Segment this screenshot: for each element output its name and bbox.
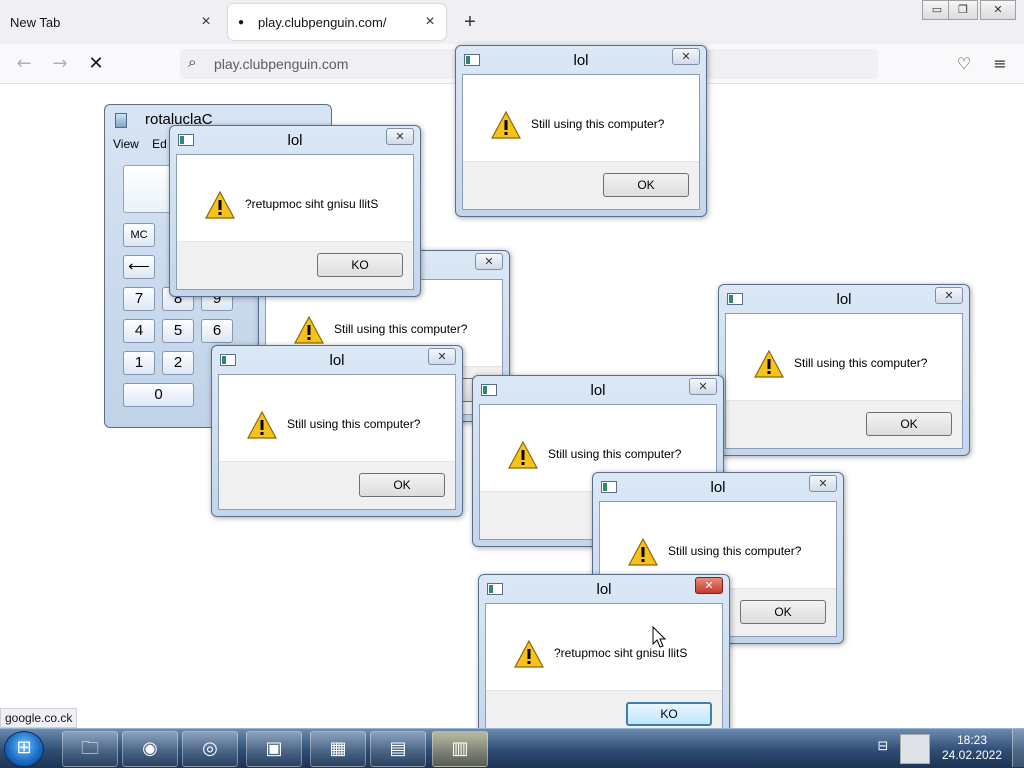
restore-button[interactable]: ❐ xyxy=(948,0,978,20)
tab-clubpenguin[interactable]: ● play.clubpenguin.com/ × xyxy=(228,4,446,40)
search-icon: ⌕ xyxy=(188,53,197,71)
key-mc[interactable]: MC xyxy=(123,223,155,247)
ok-button[interactable]: OK xyxy=(740,600,826,624)
menu-edit[interactable]: Ed xyxy=(152,137,167,151)
dialog-title: lol xyxy=(710,479,726,496)
stop-loading-icon[interactable]: ✕ xyxy=(84,52,108,76)
tab-close-icon[interactable]: × xyxy=(196,12,216,32)
warning-icon xyxy=(514,640,544,668)
dialog-message: ?retupmoc siht gnisu llitS xyxy=(245,197,379,211)
warning-icon xyxy=(491,111,521,139)
pocket-icon[interactable]: ♡ xyxy=(952,52,976,76)
dialog-footer: OK xyxy=(219,461,455,509)
key-0[interactable]: 0 xyxy=(123,383,194,407)
close-icon[interactable]: ✕ xyxy=(386,128,414,145)
close-window-button[interactable]: ✕ xyxy=(980,0,1016,20)
firefox-taskbar-icon[interactable]: ◉ xyxy=(122,731,178,767)
clock-date: 24.02.2022 xyxy=(941,748,1003,762)
tab-label: play.clubpenguin.com/ xyxy=(258,14,387,30)
dialog-body: Still using this computer? OK xyxy=(462,74,700,210)
dialog-footer: KO xyxy=(177,241,413,289)
dialog-title: lol xyxy=(596,581,612,598)
show-desktop-button[interactable] xyxy=(1012,729,1024,767)
close-icon[interactable]: ✕ xyxy=(695,577,723,594)
dialog-body: Still using this computer? OK xyxy=(725,313,963,449)
start-button[interactable]: ⊞ xyxy=(4,731,44,767)
dialog-body: ?retupmoc siht gnisu llitS KO xyxy=(176,154,414,290)
explorer-taskbar-icon[interactable]: 🗀 xyxy=(62,731,118,767)
taskbar: ⊞ 🗀 ◉ ◎ ▣ ▦ ▤ ▥ ⊟ 18:23 24.02.2022 xyxy=(0,728,1024,768)
dialog-message: ?retupmoc siht gnisu llitS xyxy=(554,646,688,660)
dialog-message: Still using this computer? xyxy=(531,117,665,131)
key-6[interactable]: 6 xyxy=(201,319,233,343)
warning-icon xyxy=(205,191,235,219)
warning-icon xyxy=(247,411,277,439)
key-4[interactable]: 4 xyxy=(123,319,155,343)
ko-button[interactable]: KO xyxy=(317,253,403,277)
clock-time: 18:23 xyxy=(956,733,988,747)
tab-bar: New Tab × ● play.clubpenguin.com/ × + ▭ … xyxy=(0,0,1024,44)
ok-button[interactable]: OK xyxy=(359,473,445,497)
dialog-message: Still using this computer? xyxy=(287,417,421,431)
dialog-title: lol xyxy=(329,352,345,369)
notification-area-icon[interactable] xyxy=(900,734,930,764)
dialog-window[interactable]: lol ✕ Still using this computer? OK xyxy=(455,45,707,217)
close-icon[interactable]: ✕ xyxy=(689,378,717,395)
calculator-taskbar-icon[interactable]: ▥ xyxy=(432,731,488,767)
network-icon[interactable]: ⊟ xyxy=(874,739,892,757)
calculator-icon xyxy=(115,113,127,128)
menu-hamburger-icon[interactable]: ≡ xyxy=(988,52,1012,76)
dialog-window-reversed[interactable]: lol ✕ ?retupmoc siht gnisu llitS KO xyxy=(169,125,421,297)
dialog-title: lol xyxy=(836,291,852,308)
key-1[interactable]: 1 xyxy=(123,351,155,375)
new-tab-button[interactable]: + xyxy=(458,10,482,34)
back-arrow-icon[interactable]: ← xyxy=(12,52,36,76)
key-2[interactable]: 2 xyxy=(162,351,194,375)
ok-button[interactable]: OK xyxy=(866,412,952,436)
close-icon[interactable]: ✕ xyxy=(672,48,700,65)
dialog-window-reversed-active[interactable]: lol ✕ ?retupmoc siht gnisu llitS KO xyxy=(478,574,730,746)
dialog-body: ?retupmoc siht gnisu llitS KO xyxy=(485,603,723,739)
ok-button[interactable]: OK xyxy=(603,173,689,197)
dialog-title: lol xyxy=(590,382,606,399)
warning-icon xyxy=(628,538,658,566)
dialog-title: lol xyxy=(287,132,303,149)
warning-icon xyxy=(294,316,324,344)
dialog-title: lol xyxy=(573,52,589,69)
loading-dot-icon: ● xyxy=(238,16,245,28)
dialog-message: Still using this computer? xyxy=(668,544,802,558)
dialog-message: Still using this computer? xyxy=(794,356,928,370)
tab-label: New Tab xyxy=(10,14,61,30)
status-link-url: google.co.ck xyxy=(0,708,78,728)
key-backspace[interactable]: ⟵ xyxy=(123,255,155,279)
dialog-window[interactable]: lol ✕ Still using this computer? OK xyxy=(718,284,970,456)
ko-button[interactable]: KO xyxy=(626,702,712,726)
windows-logo-icon: ⊞ xyxy=(16,737,32,758)
chrome-taskbar-icon[interactable]: ◎ xyxy=(182,731,238,767)
cmd-taskbar-icon[interactable]: ▣ xyxy=(246,731,302,767)
warning-icon xyxy=(508,441,538,469)
dialog-message: Still using this computer? xyxy=(548,447,682,461)
dialog-footer: OK xyxy=(463,161,699,209)
mouse-cursor-icon xyxy=(652,626,666,648)
forward-arrow-icon[interactable]: → xyxy=(48,52,72,76)
clock[interactable]: 18:23 24.02.2022 xyxy=(934,733,1010,763)
window-app-taskbar-icon[interactable]: ▤ xyxy=(370,731,426,767)
close-icon[interactable]: ✕ xyxy=(475,253,503,270)
warning-icon xyxy=(754,350,784,378)
tab-close-icon[interactable]: × xyxy=(420,12,440,32)
close-icon[interactable]: ✕ xyxy=(935,287,963,304)
dialog-message: Still using this computer? xyxy=(334,322,468,336)
7zip-taskbar-icon[interactable]: ▦ xyxy=(310,731,366,767)
dialog-window[interactable]: lol ✕ Still using this computer? OK xyxy=(211,345,463,517)
key-7[interactable]: 7 xyxy=(123,287,155,311)
tab-new-tab[interactable]: New Tab × xyxy=(0,4,222,40)
dialog-footer: OK xyxy=(726,400,962,448)
close-icon[interactable]: ✕ xyxy=(428,348,456,365)
dialog-body: Still using this computer? OK xyxy=(218,374,456,510)
menu-view[interactable]: View xyxy=(113,137,139,151)
key-5[interactable]: 5 xyxy=(162,319,194,343)
close-icon[interactable]: ✕ xyxy=(809,475,837,492)
